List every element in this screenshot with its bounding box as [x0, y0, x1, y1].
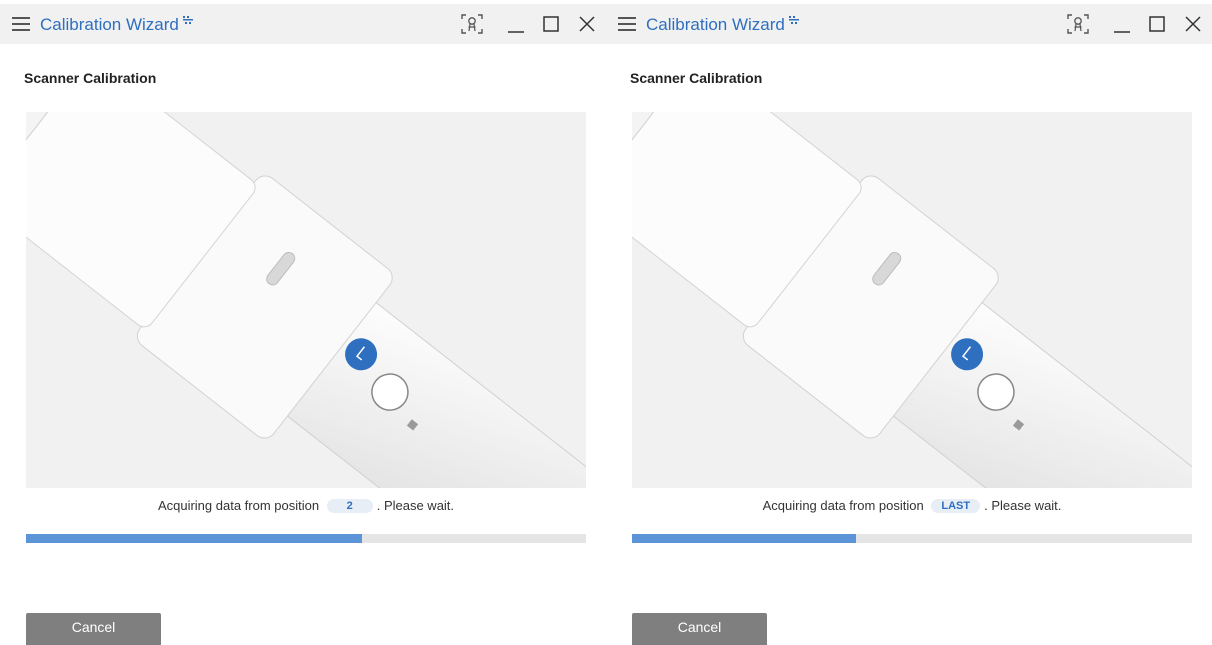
scanner-view-icon[interactable] [460, 13, 484, 35]
scanner-view-icon[interactable] [1066, 13, 1090, 35]
progress-bar [632, 534, 1192, 543]
calibration-window-left: Calibration Wizard Scanner Calibration A… [0, 0, 606, 645]
status-message: Acquiring data from position LAST. Pleas… [632, 498, 1192, 513]
position-badge: 2 [326, 499, 373, 513]
position-badge: LAST [931, 499, 981, 513]
minimize-icon[interactable] [507, 14, 525, 34]
calibration-window-right: Calibration Wizard Scanner Calibration A… [606, 0, 1212, 645]
close-icon[interactable] [578, 14, 596, 34]
progress-fill [632, 534, 856, 543]
scanner-illustration [632, 112, 1192, 488]
status-message: Acquiring data from position 2. Please w… [26, 498, 586, 513]
window-title-text: Calibration Wizard [646, 15, 785, 34]
title-bar: Calibration Wizard [0, 4, 606, 44]
page-title: Scanner Calibration [24, 70, 157, 86]
cancel-button[interactable]: Cancel [632, 613, 767, 645]
hamburger-menu-icon[interactable] [618, 17, 636, 31]
pin-icon [182, 16, 193, 24]
status-prefix: Acquiring data from position [762, 498, 924, 513]
window-title-text: Calibration Wizard [40, 15, 179, 34]
status-prefix: Acquiring data from position [157, 498, 320, 513]
minimize-icon[interactable] [1113, 14, 1131, 34]
hamburger-menu-icon[interactable] [12, 17, 30, 31]
maximize-icon[interactable] [542, 14, 560, 34]
close-icon[interactable] [1184, 14, 1202, 34]
window-title: Calibration Wizard [40, 15, 193, 35]
scanner-illustration [26, 112, 586, 488]
progress-bar [26, 534, 586, 543]
progress-fill [26, 534, 362, 543]
title-bar: Calibration Wizard [606, 4, 1212, 44]
page-title: Scanner Calibration [630, 70, 763, 86]
maximize-icon[interactable] [1148, 14, 1166, 34]
cancel-button[interactable]: Cancel [26, 613, 161, 645]
window-title: Calibration Wizard [646, 15, 799, 35]
status-suffix: . Please wait. [376, 498, 455, 513]
status-suffix: . Please wait. [984, 498, 1062, 513]
pin-icon [788, 16, 799, 24]
